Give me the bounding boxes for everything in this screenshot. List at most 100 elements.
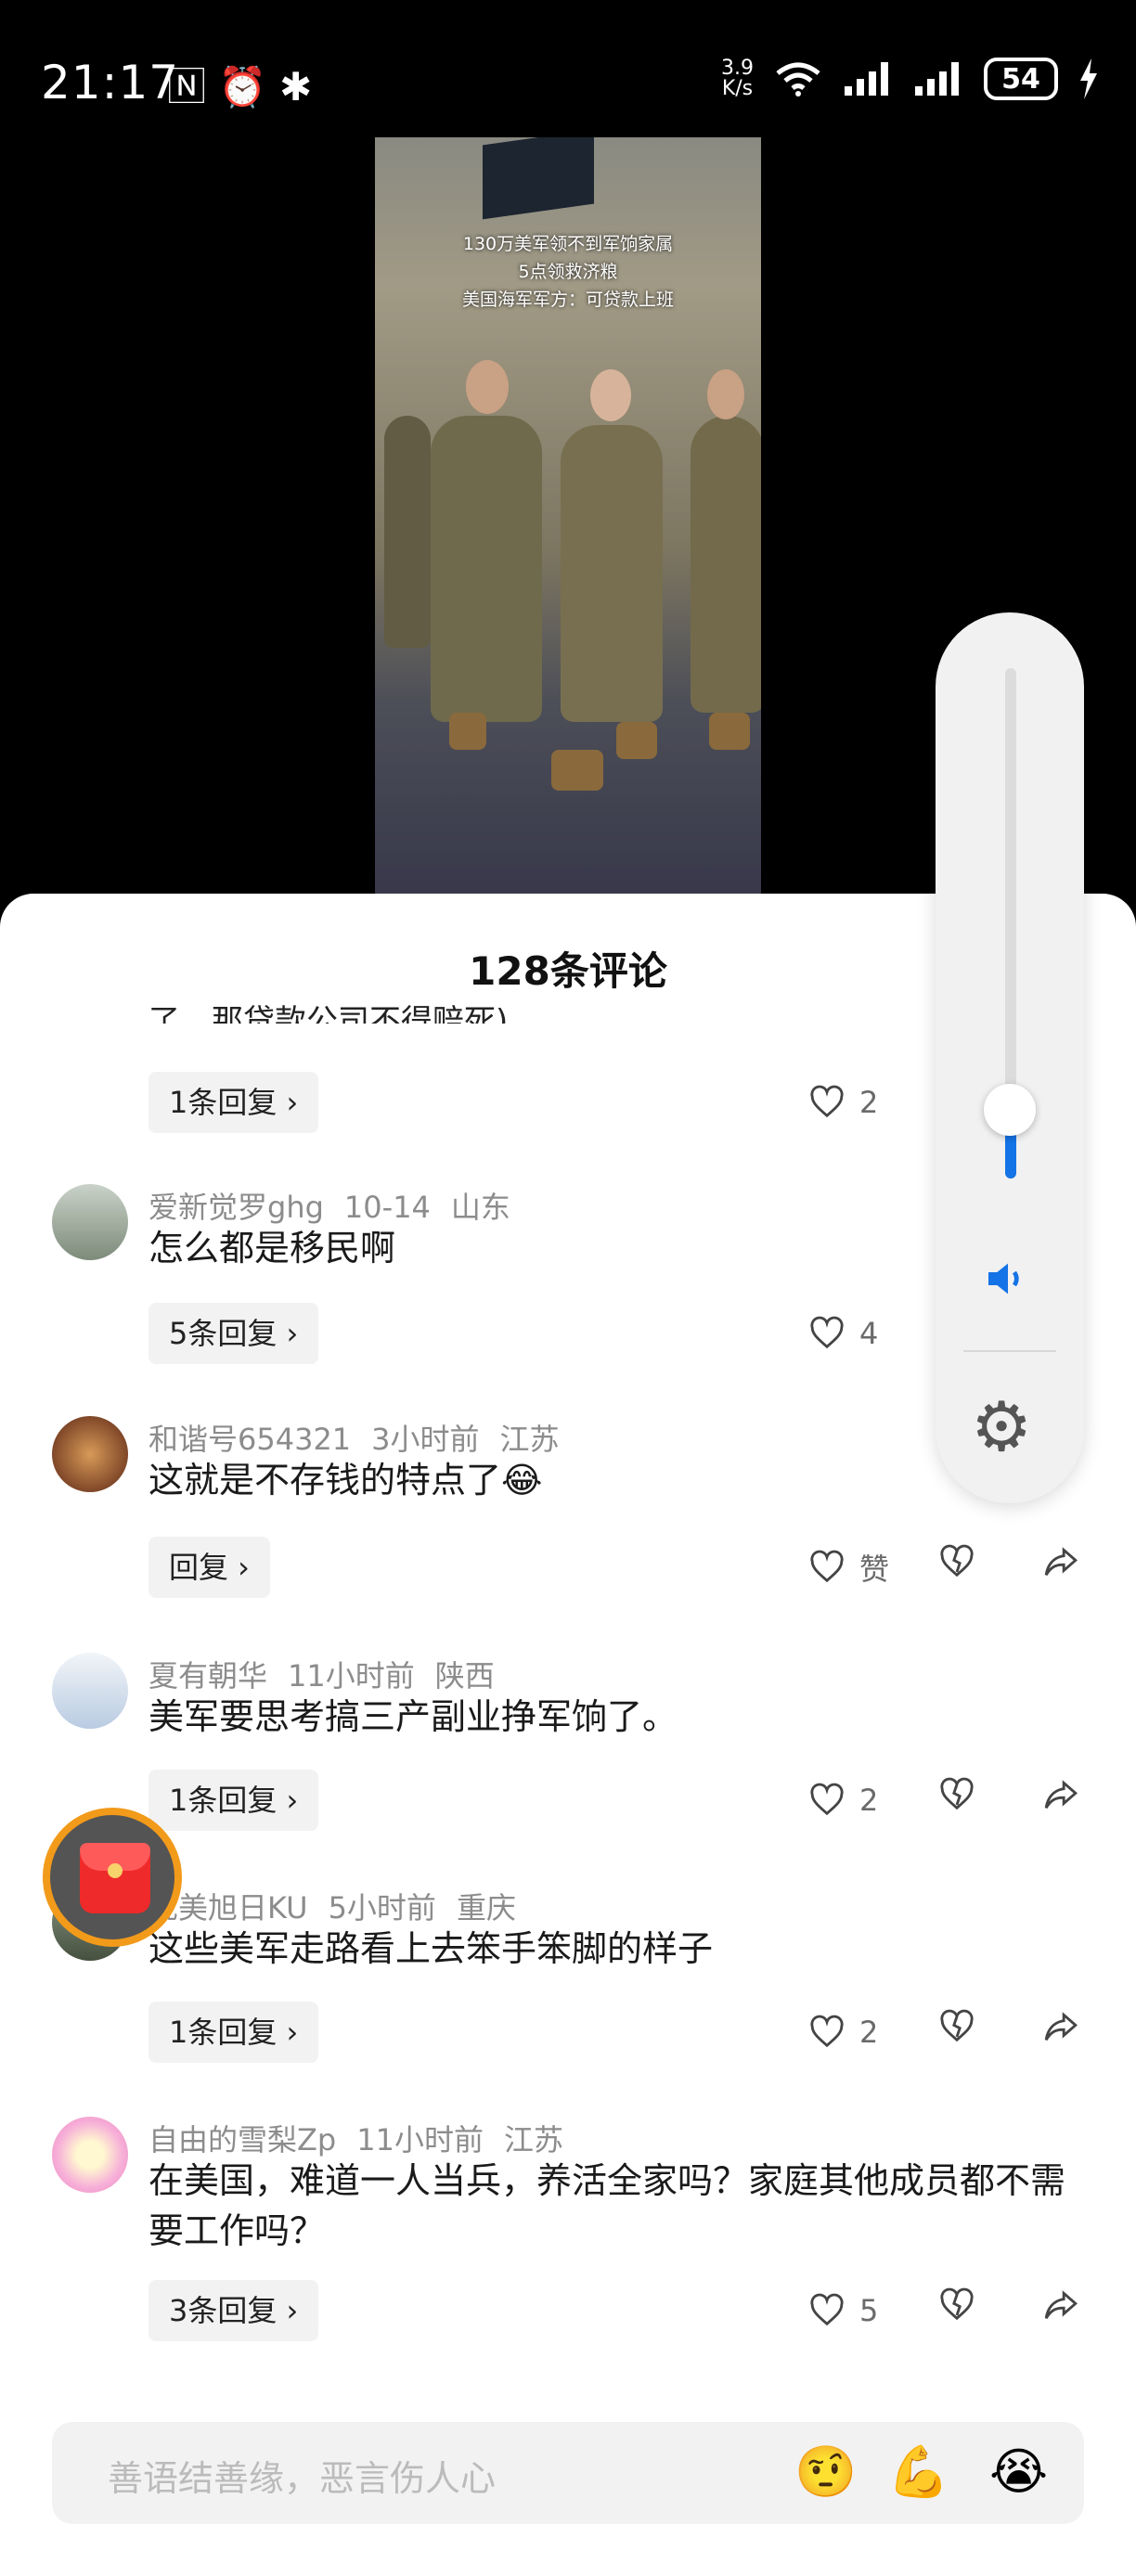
comment-meta: 和谐号654321 3小时前 江苏	[148, 1416, 580, 1459]
soldier-head	[707, 369, 744, 419]
comment-region: 山东	[450, 1190, 510, 1225]
comment-time: 3小时前	[371, 1422, 480, 1457]
soldier-boot	[449, 713, 486, 750]
status-right-group: 3.9 K/s 54	[721, 58, 1099, 100]
like-count: 2	[859, 2015, 879, 2050]
comment-time: 11小时前	[356, 2122, 484, 2157]
soldier-figure	[691, 416, 761, 713]
like-button[interactable]: 2	[809, 1072, 878, 1133]
comment-region: 江苏	[499, 1422, 560, 1457]
heart-icon	[810, 1550, 844, 1583]
emoji-skeptical-button[interactable]: 🤨	[794, 2442, 857, 2502]
avatar[interactable]	[52, 2117, 128, 2193]
net-speed-unit: K/s	[721, 77, 754, 100]
comment-time: 11小时前	[288, 1658, 415, 1694]
red-envelope-seal	[108, 1863, 123, 1878]
comment-text[interactable]: 在美国，难道一人当兵，养活全家吗？家庭其他成员都不需要工作吗？	[148, 2156, 1086, 2256]
soldier-head	[466, 360, 509, 414]
comment-meta: 优美旭日KU 5小时前 重庆	[148, 1885, 536, 1927]
video-caption-line1: 130万美军领不到军饷家属	[462, 234, 674, 254]
comment-meta: 爱新觉罗ghg 10-14 山东	[148, 1184, 531, 1227]
wifi-icon	[776, 62, 820, 97]
heart-icon	[810, 1783, 844, 1816]
net-speed: 3.9 K/s	[721, 58, 754, 99]
volume-panel: ⚙	[936, 612, 1084, 1503]
like-button[interactable]: 2	[809, 1770, 878, 1831]
replies-button[interactable]: 1条回复 ›	[148, 1770, 319, 1831]
video-caption-line2: 5点领救济粮	[518, 262, 618, 282]
share-icon	[1044, 2290, 1078, 2320]
like-button[interactable]: 2	[809, 2002, 878, 2063]
volume-slider-knob[interactable]	[984, 1084, 1036, 1136]
broken-heart-icon	[940, 1777, 974, 1810]
comment-time: 10-14	[343, 1190, 431, 1225]
avatar[interactable]	[52, 1184, 128, 1260]
like-count: 4	[859, 1316, 879, 1351]
comment-username[interactable]: 爱新觉罗ghg	[148, 1190, 324, 1225]
comment-region: 江苏	[503, 2122, 563, 2157]
soldier-boot	[551, 750, 603, 791]
comment-region: 陕西	[434, 1658, 495, 1694]
signal-icon-2	[915, 62, 959, 96]
share-icon	[1044, 1780, 1078, 1810]
replies-button[interactable]: 3条回复 ›	[148, 2280, 319, 2341]
heart-icon	[810, 1316, 844, 1349]
like-button[interactable]: 4	[809, 1303, 878, 1364]
soldier-figure	[431, 416, 542, 722]
comment-text[interactable]: 这些美军走路看上去笨手笨脚的样子	[148, 1924, 1086, 1974]
broken-heart-icon	[940, 1544, 974, 1578]
comment-username[interactable]: 夏有朝华	[148, 1658, 267, 1694]
comment-time: 5小时前	[328, 1890, 436, 1926]
avatar[interactable]	[52, 1416, 128, 1492]
net-speed-value: 3.9	[721, 57, 754, 80]
comment-input[interactable]: 善语结善缘，恶言伤人心	[108, 2450, 496, 2501]
status-bar: 21:17 🄽 ⏰ ✱ 3.9 K/s 54	[0, 0, 1136, 139]
soldier-head	[590, 369, 631, 421]
like-count: 2	[859, 1783, 879, 1818]
reply-button[interactable]: 回复 ›	[148, 1537, 270, 1598]
like-count: 5	[859, 2293, 879, 2328]
share-button[interactable]	[1043, 2002, 1078, 2063]
video-caption-line3: 美国海军军方：可贷款上班	[461, 290, 674, 310]
comment-text[interactable]: 美军要思考搞三产副业挣军饷了。	[148, 1692, 1086, 1742]
comment-username[interactable]: 和谐号654321	[148, 1422, 351, 1457]
soldier-figure	[384, 416, 431, 648]
share-icon	[1044, 2012, 1078, 2041]
soldier-figure	[561, 425, 663, 722]
replies-button[interactable]: 5条回复 ›	[148, 1303, 319, 1364]
gear-icon[interactable]: ⚙	[971, 1387, 1032, 1467]
emoji-muscle-button[interactable]: 💪	[887, 2442, 949, 2502]
like-button[interactable]: 赞	[809, 1537, 889, 1598]
charging-bolt-icon	[1080, 58, 1097, 99]
signal-icon-1	[845, 62, 888, 96]
like-count: 赞	[859, 1552, 890, 1587]
status-time: 21:17	[41, 56, 180, 109]
broken-heart-icon	[940, 2287, 974, 2321]
dislike-button[interactable]	[939, 1770, 975, 1831]
comment-username[interactable]: 自由的雪梨Zp	[148, 2122, 336, 2157]
soldier-boot	[709, 713, 750, 750]
volume-divider	[963, 1350, 1056, 1352]
share-button[interactable]	[1043, 1770, 1078, 1831]
avatar[interactable]	[52, 1653, 128, 1729]
comment-meta: 夏有朝华 11小时前 陕西	[148, 1653, 515, 1695]
battery-indicator: 54	[984, 58, 1058, 100]
replies-button[interactable]: 1条回复 ›	[148, 1072, 319, 1133]
speaker-icon[interactable]	[982, 1253, 1034, 1317]
soldier-boot	[616, 722, 657, 759]
red-envelope-icon	[80, 1843, 150, 1913]
comment-partial-text: 了，那贷款公司不得赔死)	[148, 1003, 509, 1024]
video-player[interactable]: 130万美军领不到军饷家属 5点领救济粮 美国海军军方：可贷款上班	[375, 137, 761, 894]
red-packet-button[interactable]	[43, 1808, 182, 1947]
emoji-crying-button[interactable]: 😭	[989, 2442, 1048, 2501]
share-button[interactable]	[1043, 1537, 1078, 1598]
dislike-button[interactable]	[939, 1537, 975, 1598]
dislike-button[interactable]	[939, 2002, 975, 2063]
share-button[interactable]	[1043, 2280, 1078, 2341]
broken-heart-icon	[940, 2009, 974, 2042]
dislike-button[interactable]	[939, 2280, 975, 2341]
replies-button[interactable]: 1条回复 ›	[148, 2002, 319, 2063]
like-button[interactable]: 5	[809, 2280, 878, 2341]
comment-region: 重庆	[456, 1890, 516, 1926]
comment-input-bar[interactable]: 善语结善缘，恶言伤人心 🤨 💪 😭	[52, 2422, 1084, 2524]
